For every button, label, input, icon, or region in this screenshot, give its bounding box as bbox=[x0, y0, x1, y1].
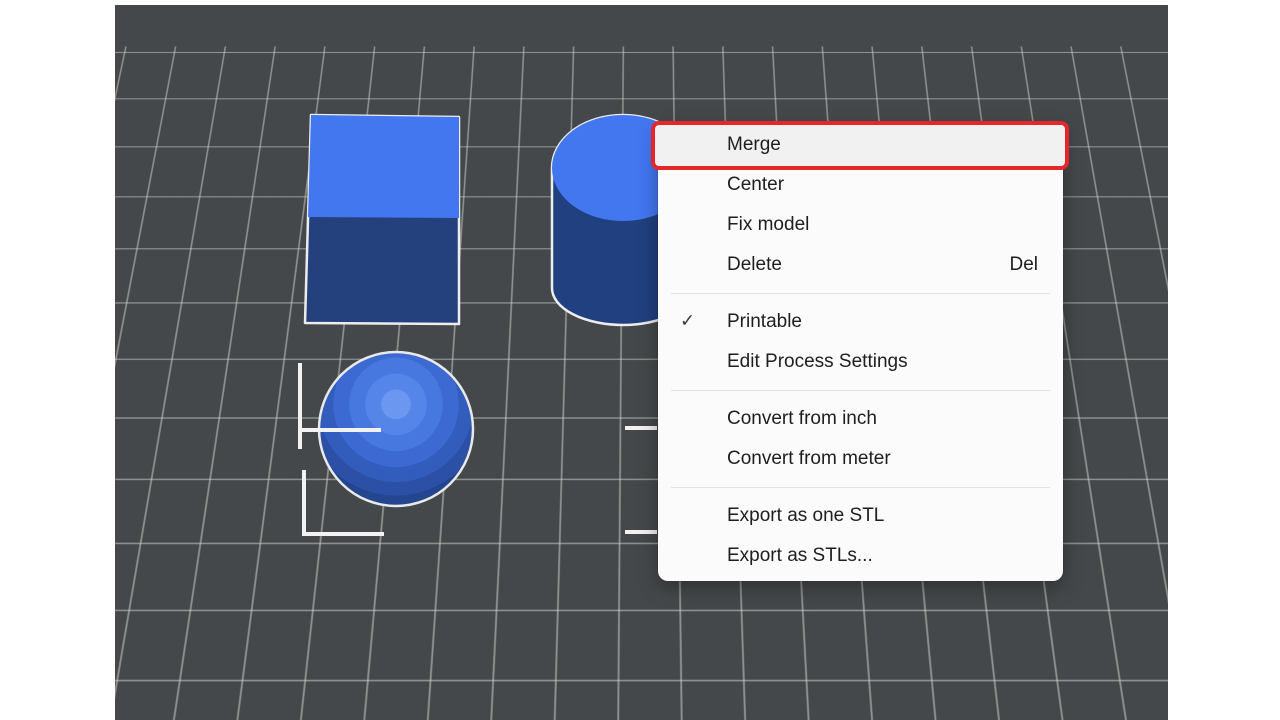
menu-item-fix-model[interactable]: Fix model bbox=[658, 205, 1063, 245]
menu-item-label: Export as one STL bbox=[727, 505, 884, 527]
menu-item-label: Merge bbox=[727, 134, 781, 156]
viewport-canvas bbox=[0, 0, 1280, 720]
slicer-window: Merge Center Fix model Delete Del ✓ Prin… bbox=[0, 0, 1280, 720]
menu-item-export-as-one-stl[interactable]: Export as one STL bbox=[658, 496, 1063, 536]
menu-item-label: Delete bbox=[727, 254, 782, 276]
menu-separator bbox=[671, 390, 1050, 391]
menu-separator bbox=[671, 293, 1050, 294]
menu-item-shortcut: Del bbox=[1009, 254, 1063, 276]
merge-highlight-box bbox=[651, 121, 1069, 170]
menu-item-edit-process-settings[interactable]: Edit Process Settings bbox=[658, 342, 1063, 382]
menu-item-printable[interactable]: ✓ Printable bbox=[658, 302, 1063, 342]
menu-item-label: Convert from inch bbox=[727, 408, 877, 430]
menu-item-convert-from-inch[interactable]: Convert from inch bbox=[658, 399, 1063, 439]
menu-item-center[interactable]: Center bbox=[658, 165, 1063, 205]
menu-separator bbox=[671, 487, 1050, 488]
menu-item-label: Edit Process Settings bbox=[727, 351, 908, 373]
check-icon: ✓ bbox=[680, 311, 695, 332]
menu-item-label: Convert from meter bbox=[727, 448, 891, 470]
menu-item-delete[interactable]: Delete Del bbox=[658, 245, 1063, 285]
cube-object[interactable] bbox=[305, 115, 459, 324]
menu-item-export-as-stls[interactable]: Export as STLs... bbox=[658, 536, 1063, 576]
context-menu: Merge Center Fix model Delete Del ✓ Prin… bbox=[658, 125, 1063, 581]
menu-item-label: Export as STLs... bbox=[727, 545, 873, 567]
menu-item-label: Center bbox=[727, 174, 784, 196]
menu-item-convert-from-meter[interactable]: Convert from meter bbox=[658, 439, 1063, 479]
menu-item-label: Printable bbox=[727, 311, 802, 333]
menu-item-merge[interactable]: Merge bbox=[658, 125, 1063, 165]
menu-item-label: Fix model bbox=[727, 214, 809, 236]
